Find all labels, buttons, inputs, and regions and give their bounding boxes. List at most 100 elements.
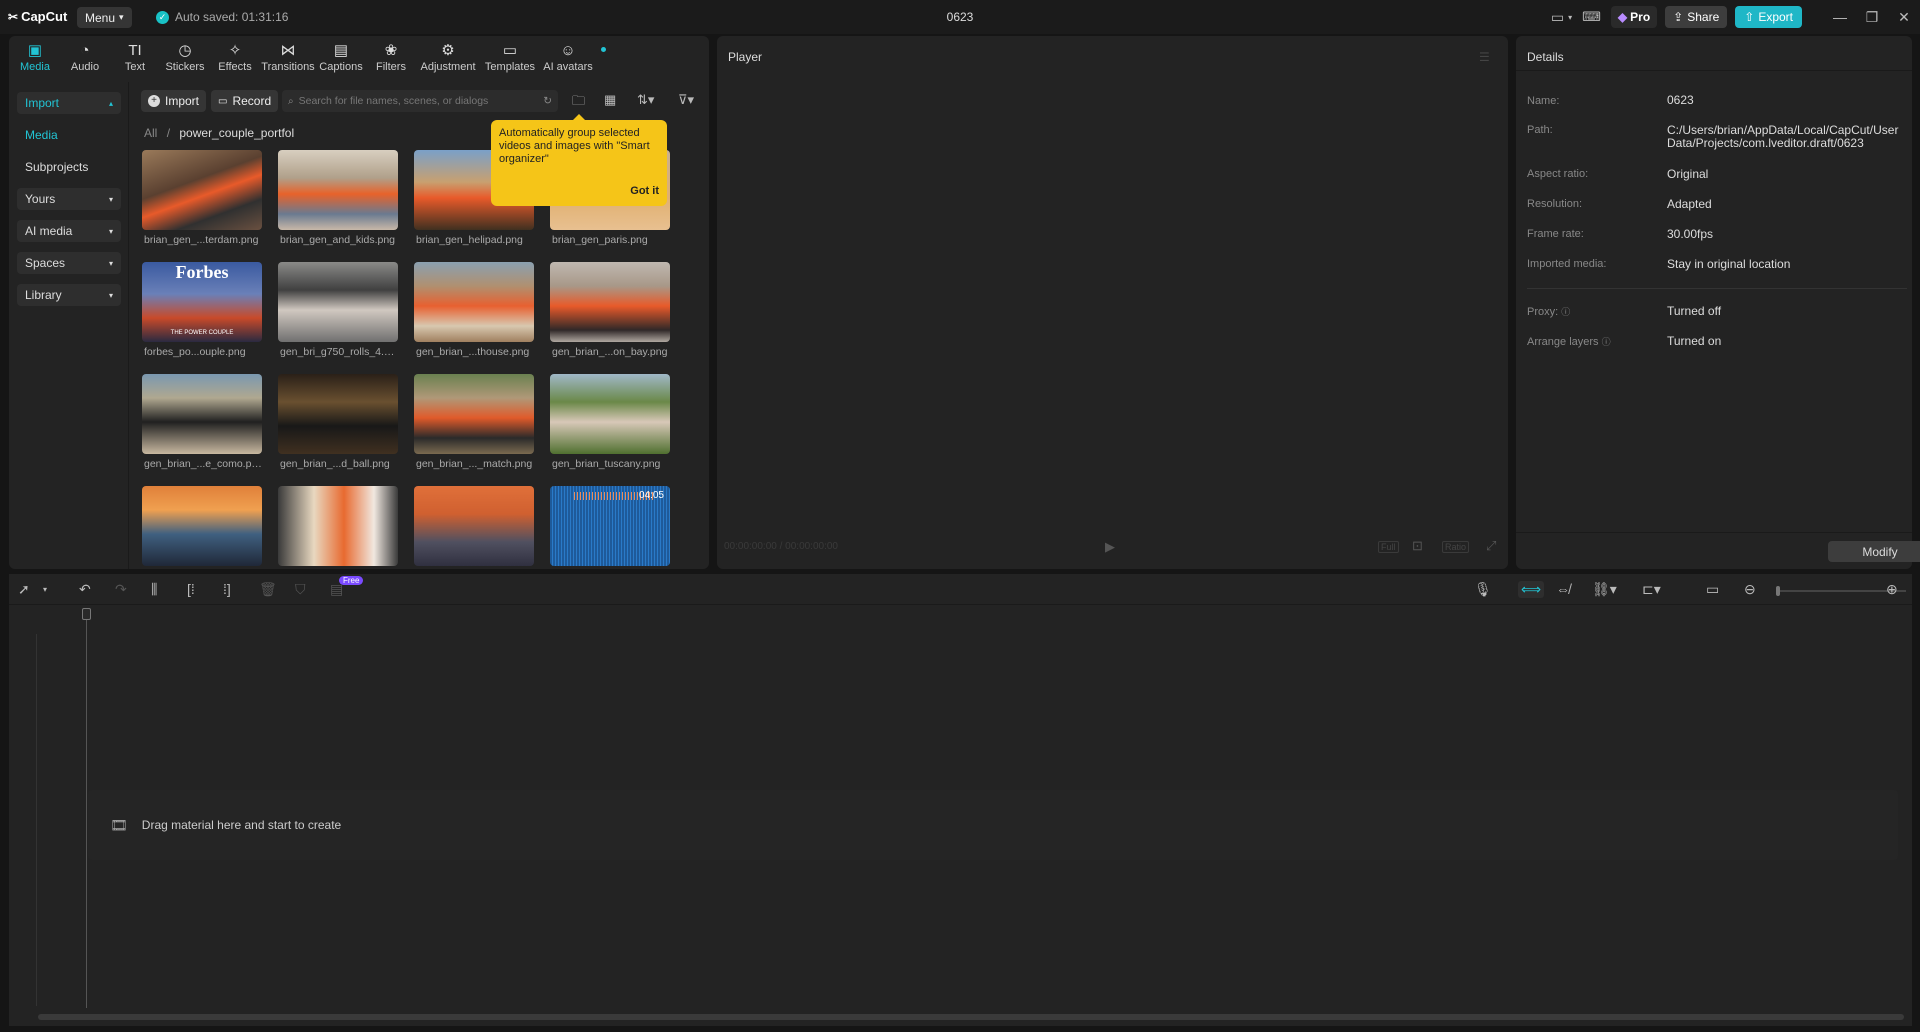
media-item[interactable]: gen_brian_..._match.png — [414, 374, 534, 470]
delete-icon[interactable]: 🗑 — [259, 581, 277, 598]
preview-axis-icon[interactable]: ⊏▾ — [1642, 581, 1661, 598]
media-search[interactable]: ⌕ Search for file names, scenes, or dial… — [282, 90, 558, 112]
layout-icon[interactable]: ▭ — [1551, 9, 1564, 26]
sidebar-item-media[interactable]: Media — [17, 124, 121, 146]
fullscreen-icon[interactable]: ⤢ — [1486, 538, 1496, 554]
media-item-audio[interactable]: 04:05 — [550, 486, 670, 566]
split-left-icon[interactable]: [⁞ — [187, 581, 195, 597]
chevron-down-icon[interactable]: ▾ — [1568, 13, 1572, 22]
media-thumbnail — [550, 262, 670, 342]
forbes-cover-subtitle: THE POWER COUPLE — [170, 330, 234, 336]
modify-button[interactable]: Modify — [1828, 541, 1920, 562]
chevron-down-icon[interactable]: ▾ — [43, 585, 47, 594]
pro-button[interactable]: ◆ Pro — [1610, 6, 1658, 28]
tab-stickers[interactable]: ◷ Stickers — [160, 38, 210, 78]
restore-icon[interactable]: ❐ — [1856, 9, 1888, 26]
shortcuts-icon[interactable]: ⌨ — [1582, 9, 1601, 25]
tab-adjustment[interactable]: ⚙ Adjustment — [416, 38, 480, 78]
sidebar-item-yours[interactable]: Yours ▾ — [17, 188, 121, 210]
info-icon[interactable]: ⓘ — [1561, 307, 1570, 317]
timeline-scrollbar[interactable] — [38, 1014, 1904, 1020]
plus-circle-icon: + — [148, 95, 160, 107]
sidebar-item-import[interactable]: Import ▴ — [17, 92, 121, 114]
free-badge: Free — [339, 576, 364, 585]
import-button[interactable]: + Import — [141, 90, 207, 112]
tab-filters[interactable]: ❀ Filters — [366, 38, 416, 78]
export-button[interactable]: ⇧ Export — [1735, 6, 1802, 28]
filter-icon[interactable]: ⊽▾ — [678, 92, 694, 108]
link-icon[interactable]: ⛓▾ — [1592, 581, 1617, 598]
playhead-handle[interactable] — [82, 608, 91, 620]
sort-icon[interactable]: ⇅▾ — [637, 92, 654, 108]
playhead[interactable] — [86, 608, 87, 1008]
sidebar-item-ai-media[interactable]: AI media ▾ — [17, 220, 121, 242]
media-item[interactable] — [414, 486, 534, 566]
forbes-cover-title: Forbes — [175, 262, 229, 282]
tab-captions[interactable]: ▤ Captions — [316, 38, 366, 78]
tab-ai-avatars[interactable]: ☺ AI avatars — [540, 38, 596, 78]
chevron-down-icon: ▾ — [108, 226, 113, 236]
tab-audio[interactable]: ◔ Audio — [60, 38, 110, 78]
media-item[interactable]: gen_brian_...on_bay.png — [550, 262, 670, 358]
text-icon: TI — [128, 42, 142, 59]
split-icon[interactable]: ⫼ — [151, 581, 157, 598]
close-icon[interactable]: ✕ — [1888, 9, 1920, 26]
zoom-slider-handle[interactable] — [1776, 586, 1780, 596]
smart-organizer-icon[interactable]: 🗀 — [572, 92, 585, 114]
tab-templates[interactable]: ▭ Templates — [480, 38, 540, 78]
player-menu-icon[interactable]: ☰ — [1479, 50, 1490, 64]
media-item[interactable]: brian_gen_...terdam.png — [142, 150, 262, 246]
tab-effects[interactable]: ✧ Effects — [210, 38, 260, 78]
tab-transitions[interactable]: ⋈ Transitions — [260, 38, 316, 78]
media-item[interactable]: brian_gen_and_kids.png — [278, 150, 398, 246]
menu-button[interactable]: Menu ▾ — [77, 7, 132, 28]
undo-icon[interactable]: ↶ — [79, 581, 91, 598]
grid-view-icon[interactable]: ▦ — [604, 92, 616, 108]
breadcrumb-all[interactable]: All — [144, 126, 157, 140]
timeline-preview-icon[interactable]: ▭ — [1706, 581, 1719, 598]
play-icon[interactable]: ▶ — [1105, 539, 1115, 555]
select-cursor-icon[interactable]: ➚ — [18, 581, 30, 598]
chevron-down-icon: ▾ — [119, 12, 124, 22]
auto-snap-icon[interactable]: ⇎ — [1556, 581, 1570, 597]
refresh-icon[interactable]: ↻ — [543, 95, 552, 107]
detail-value-proxy: Turned off — [1667, 304, 1722, 318]
media-item[interactable]: gen_brian_...thouse.png — [414, 262, 534, 358]
zoom-in-icon[interactable]: ⊕ — [1886, 581, 1898, 598]
microphone-icon[interactable]: 🎙 — [1474, 581, 1492, 598]
ratio-button[interactable]: Ratio — [1442, 541, 1470, 553]
title-bar-right: ▭ ▾ ⌨ ◆ Pro ⇪ Share ⇧ Export — ❐ ✕ — [1551, 0, 1920, 34]
full-button[interactable]: Full — [1378, 541, 1399, 553]
tool-tabs: ▣ Media ◔ Audio TI Text ◷ Stickers ✧ Effects … — [10, 38, 710, 78]
info-icon[interactable]: ⓘ — [1602, 337, 1611, 347]
sidebar-item-subprojects[interactable]: Subprojects — [17, 156, 121, 178]
sidebar-item-library[interactable]: Library ▾ — [17, 284, 121, 306]
share-button[interactable]: ⇪ Share — [1665, 6, 1728, 28]
tab-media[interactable]: ▣ Media — [10, 38, 60, 78]
media-item[interactable]: Forbes THE POWER COUPLE forbes_po...oupl… — [142, 262, 262, 358]
sidebar-item-spaces[interactable]: Spaces ▾ — [17, 252, 121, 274]
screenshot-icon[interactable]: ⊡ — [1412, 538, 1423, 554]
redo-icon[interactable]: ↷ — [115, 581, 127, 598]
detail-value-arrange-layers: Turned on — [1667, 334, 1722, 348]
ai-avatars-icon: ☺ — [560, 42, 576, 59]
detail-value-name: 0623 — [1667, 93, 1694, 107]
record-button[interactable]: ▭ Record — [211, 90, 279, 112]
got-it-button[interactable]: Got it — [630, 185, 659, 198]
drop-zone[interactable]: 🎞 Drag material here and start to create — [88, 790, 1898, 860]
media-item[interactable]: gen_brian_...e_como.png — [142, 374, 262, 470]
media-item[interactable] — [142, 486, 262, 566]
search-input[interactable]: Search for file names, scenes, or dialog… — [299, 95, 539, 107]
zoom-out-icon[interactable]: ⊖ — [1744, 581, 1756, 598]
media-icon: ▣ — [27, 42, 43, 59]
capcut-logo-icon: ✂ — [8, 9, 19, 24]
minimize-icon[interactable]: — — [1824, 9, 1856, 25]
main-track-magnet-icon[interactable]: ⟺ — [1518, 581, 1545, 598]
media-item[interactable]: gen_brian_tuscany.png — [550, 374, 670, 470]
split-right-icon[interactable]: ⁞] — [223, 581, 231, 597]
tab-text[interactable]: TI Text — [110, 38, 160, 78]
media-item[interactable]: gen_bri_g750_rolls_4.png — [278, 262, 398, 358]
media-item[interactable] — [278, 486, 398, 566]
shield-icon[interactable]: ⛉ — [295, 581, 306, 598]
media-item[interactable]: gen_brian_...d_ball.png — [278, 374, 398, 470]
